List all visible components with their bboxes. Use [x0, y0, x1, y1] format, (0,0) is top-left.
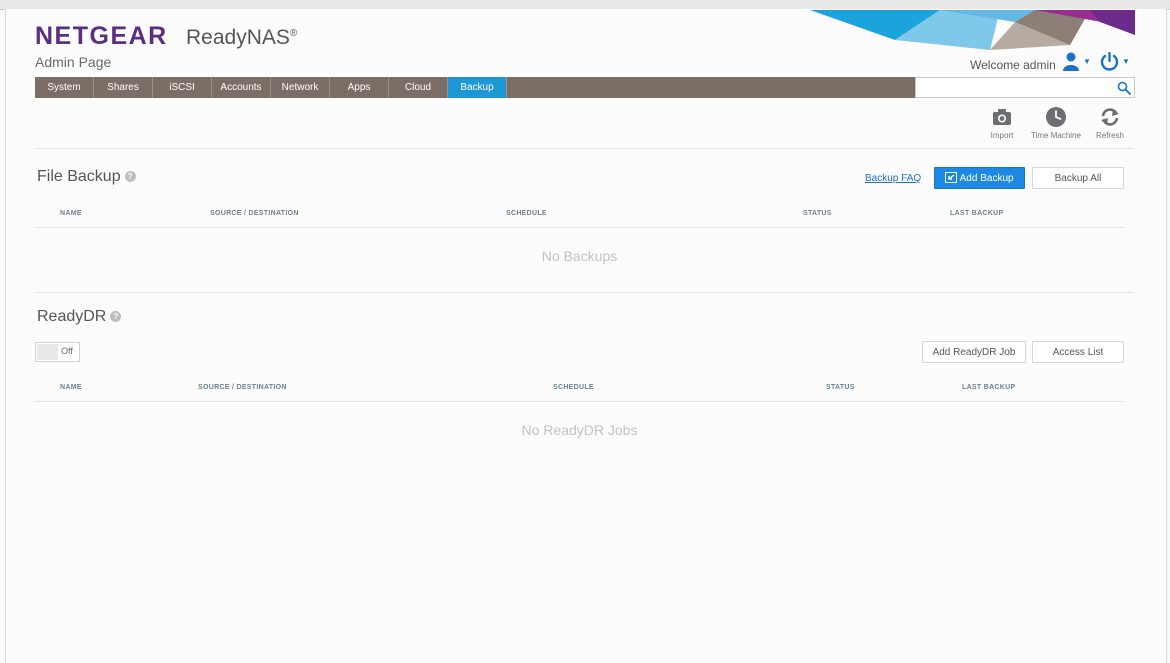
user-menu-button[interactable]: ▼ — [1061, 51, 1091, 71]
tab-iscsi[interactable]: iSCSI — [153, 77, 212, 98]
import-button[interactable]: Import — [972, 106, 1032, 140]
column-header-last-backup: LAST BACKUP — [962, 384, 1016, 391]
access-list-button[interactable]: Access List — [1032, 341, 1124, 363]
welcome-text: Welcome admin — [970, 58, 1056, 72]
help-icon[interactable]: ? — [110, 311, 122, 323]
tab-apps[interactable]: Apps — [330, 77, 389, 98]
column-header-name: NAME — [60, 384, 82, 391]
readydr-toggle[interactable]: Off — [35, 342, 80, 362]
main-nav: System Shares iSCSI Accounts Network App… — [35, 77, 915, 98]
import-label: Import — [990, 131, 1014, 140]
tab-network[interactable]: Network — [271, 77, 330, 98]
column-header-status: STATUS — [803, 210, 832, 217]
add-backup-label: Add Backup — [959, 173, 1014, 184]
user-icon — [1063, 52, 1079, 71]
help-icon[interactable]: ? — [124, 171, 136, 183]
chevron-down-icon: ▼ — [1122, 57, 1130, 66]
clock-icon — [1046, 107, 1066, 127]
column-header-name: NAME — [60, 210, 82, 217]
camera-icon — [993, 109, 1011, 125]
column-header-schedule: SCHEDULE — [553, 384, 594, 391]
column-header-schedule: SCHEDULE — [506, 210, 547, 217]
readydr-title: ReadyDR? — [37, 308, 122, 326]
tab-backup[interactable]: Backup — [448, 77, 507, 98]
no-backups-message: No Backups — [541, 248, 618, 264]
add-readydr-job-button[interactable]: Add ReadyDR Job — [922, 341, 1026, 363]
toggle-label: Off — [61, 346, 73, 356]
admin-page-title: Admin Page — [35, 54, 112, 70]
table-header-rule — [35, 401, 1124, 402]
product-name: ReadyNAS® — [186, 26, 298, 49]
netgear-logo: NETGEAR — [35, 22, 168, 50]
table-header-rule — [35, 227, 1124, 228]
section-divider — [35, 292, 1134, 293]
time-machine-button[interactable]: Time Machine — [1026, 106, 1086, 140]
time-machine-label: Time Machine — [1031, 131, 1081, 140]
registered-mark: ® — [289, 28, 298, 39]
power-menu-button[interactable]: ▼ — [1099, 51, 1130, 72]
column-header-last-backup: LAST BACKUP — [950, 210, 1004, 217]
search-icon[interactable] — [1117, 81, 1131, 95]
refresh-icon — [1101, 108, 1119, 126]
search-input[interactable] — [916, 78, 1116, 98]
chevron-down-icon: ▼ — [1083, 56, 1091, 66]
add-backup-button[interactable]: Add Backup — [934, 167, 1025, 189]
backup-faq-link[interactable]: Backup FAQ — [865, 173, 921, 184]
header-banner — [810, 10, 1135, 50]
no-readydr-jobs-message: No ReadyDR Jobs — [521, 422, 638, 438]
column-header-status: STATUS — [826, 384, 855, 391]
column-header-source-destination: SOURCE / DESTINATION — [198, 384, 287, 391]
column-header-source-destination: SOURCE / DESTINATION — [210, 210, 299, 217]
tab-system[interactable]: System — [35, 77, 94, 98]
tab-cloud[interactable]: Cloud — [389, 77, 448, 98]
toggle-knob — [37, 344, 58, 360]
refresh-button[interactable]: Refresh — [1080, 106, 1140, 140]
refresh-label: Refresh — [1095, 131, 1124, 140]
file-backup-title: File Backup? — [37, 168, 136, 186]
tab-shares[interactable]: Shares — [94, 77, 153, 98]
tab-accounts[interactable]: Accounts — [212, 77, 271, 98]
add-backup-icon — [945, 172, 958, 183]
backup-all-button[interactable]: Backup All — [1032, 167, 1124, 189]
power-icon — [1100, 51, 1119, 71]
search-box — [915, 77, 1135, 98]
section-divider — [35, 148, 1134, 149]
